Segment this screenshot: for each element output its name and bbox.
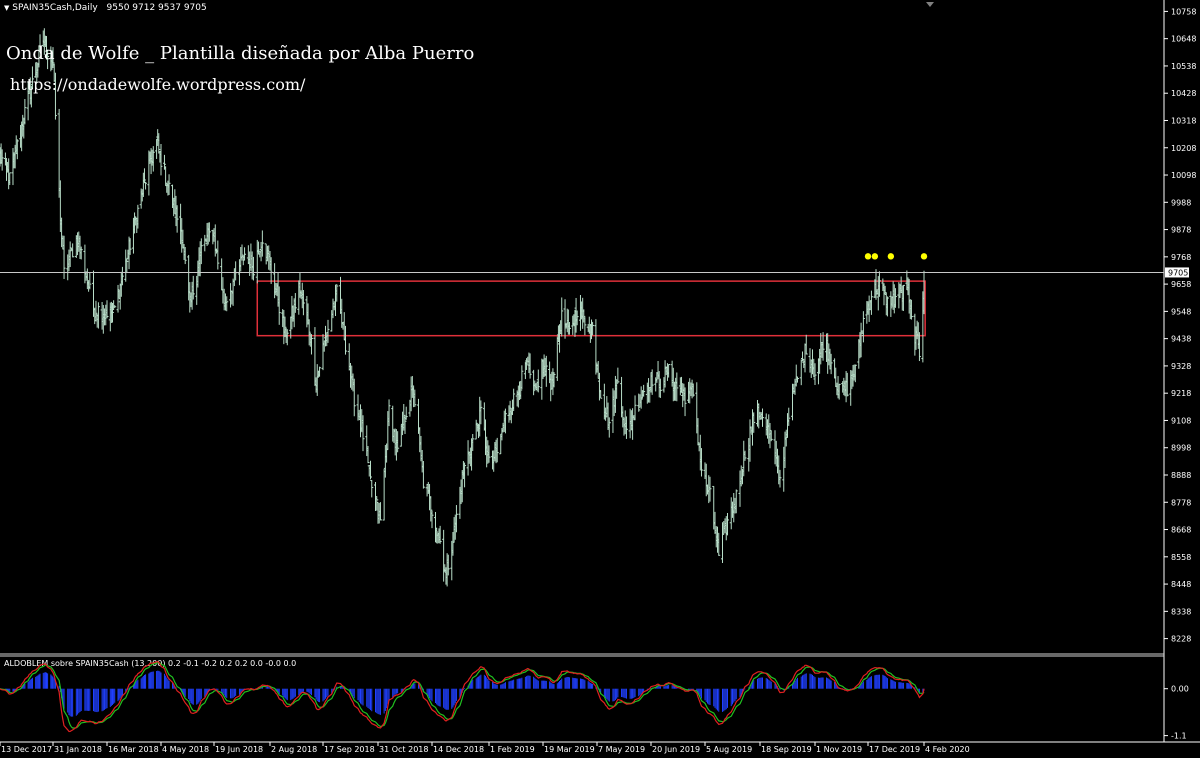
time-tick-label: 17 Dec 2019 xyxy=(869,745,920,754)
ohlc-values: 9550 9712 9537 9705 xyxy=(106,3,207,13)
time-tick-label: 14 Dec 2018 xyxy=(433,745,484,754)
time-tick-label: 17 Sep 2018 xyxy=(324,745,375,754)
watermark-title: Onda de Wolfe _ Plantilla diseñada por A… xyxy=(6,43,475,64)
time-tick-label: 2 Aug 2018 xyxy=(271,745,317,754)
time-tick-label: 31 Jan 2018 xyxy=(54,745,102,754)
price-tick-label: 8888 xyxy=(1171,471,1191,480)
osc-tick-label: 0.00 xyxy=(1171,685,1189,694)
time-tick-label: 1 Feb 2019 xyxy=(490,745,535,754)
price-tick-label: 8998 xyxy=(1171,444,1191,453)
price-tick-label: 8778 xyxy=(1171,498,1191,507)
price-tick-label: 10428 xyxy=(1171,89,1196,98)
price-tick-label: 9548 xyxy=(1171,307,1191,316)
top-marker-dot xyxy=(871,253,879,260)
price-tick-label: 8228 xyxy=(1171,635,1191,644)
price-tick-label: 8558 xyxy=(1171,553,1191,562)
top-marker-dot xyxy=(887,253,895,260)
time-tick-label: 1 Nov 2019 xyxy=(816,745,862,754)
price-tick-label: 10208 xyxy=(1171,144,1196,153)
top-marker-dot xyxy=(864,253,872,260)
price-tick-label: 10098 xyxy=(1171,171,1196,180)
symbol-info: SPAIN35Cash,Daily xyxy=(12,3,98,13)
time-tick-label: 20 Jun 2019 xyxy=(652,745,700,754)
time-tick-label: 4 Feb 2020 xyxy=(925,745,970,754)
osc-tick-label: -1.1 xyxy=(1171,732,1187,741)
price-tick-label: 8448 xyxy=(1171,580,1191,589)
price-tick-label: 9438 xyxy=(1171,335,1191,344)
time-tick-label: 16 Mar 2018 xyxy=(108,745,159,754)
price-tick-label: 9988 xyxy=(1171,198,1191,207)
time-tick-label: 7 May 2019 xyxy=(598,745,645,754)
price-tick-label: 9878 xyxy=(1171,226,1191,235)
price-tick-label: 9768 xyxy=(1171,253,1191,262)
chart-canvas: ALDOBLEM sobre SPAIN35Cash (13,200) 0.2 … xyxy=(0,0,1200,758)
time-tick-label: 5 Aug 2019 xyxy=(706,745,752,754)
top-marker-dot xyxy=(920,253,928,260)
price-tick-label: 10648 xyxy=(1171,35,1196,44)
time-tick-label: 19 Jun 2018 xyxy=(215,745,263,754)
price-tick-label: 8338 xyxy=(1171,607,1191,616)
time-tick-label: 19 Mar 2019 xyxy=(544,745,595,754)
price-tick-label: 9658 xyxy=(1171,280,1191,289)
price-tick-label: 10758 xyxy=(1171,7,1196,16)
time-tick-label: 13 Dec 2017 xyxy=(1,745,52,754)
price-tick-label: 10318 xyxy=(1171,116,1196,125)
current-price-label: 9705 xyxy=(1168,268,1188,277)
time-tick-label: 31 Oct 2018 xyxy=(379,745,428,754)
price-tick-label: 10538 xyxy=(1171,62,1196,71)
price-tick-label: 9328 xyxy=(1171,362,1191,371)
time-tick-label: 18 Sep 2019 xyxy=(761,745,812,754)
price-tick-label: 9218 xyxy=(1171,389,1191,398)
chart-header: ▼ SPAIN35Cash,Daily 9550 9712 9537 9705 xyxy=(4,3,207,13)
watermark-url: https://ondadewolfe.wordpress.com/ xyxy=(10,75,306,94)
time-tick-label: 4 May 2018 xyxy=(162,745,209,754)
price-tick-label: 9108 xyxy=(1171,416,1191,425)
triangle-down-icon[interactable]: ▼ xyxy=(4,4,9,12)
price-tick-label: 8668 xyxy=(1171,526,1191,535)
